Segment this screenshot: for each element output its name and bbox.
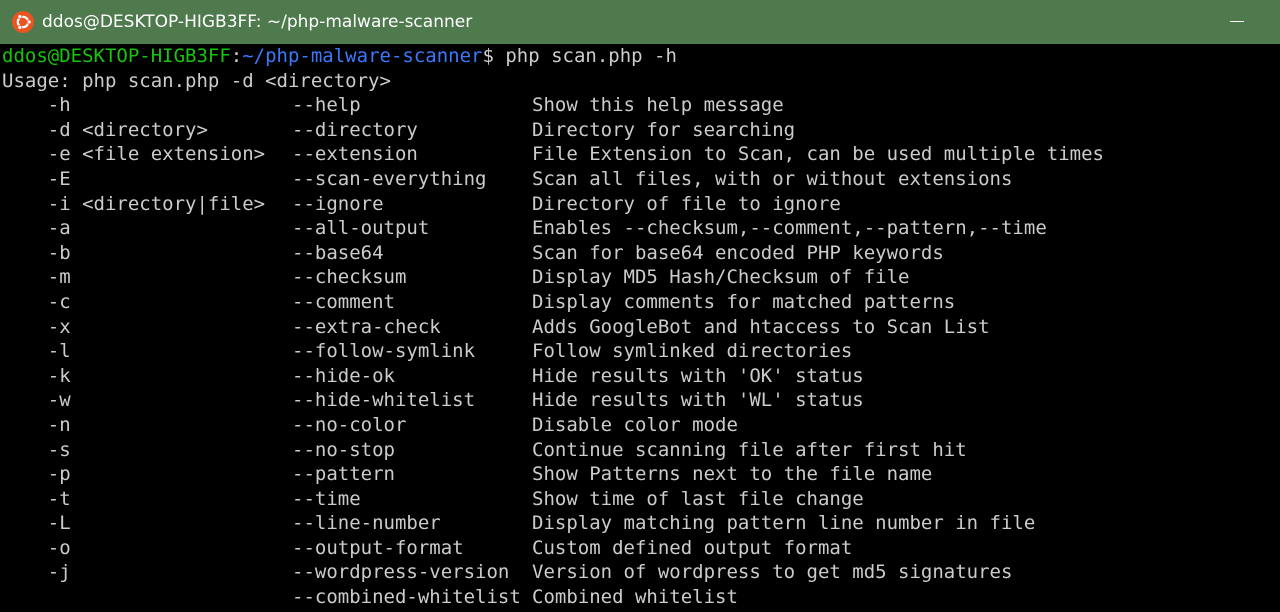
option-long-flag: --follow-symlink bbox=[292, 340, 476, 363]
option-long-flag: --directory bbox=[292, 118, 418, 141]
option-description: Show this help message bbox=[532, 94, 784, 117]
prompt-path: ~/php-malware-scanner bbox=[242, 45, 483, 67]
option-description: File Extension to Scan, can be used mult… bbox=[532, 143, 1104, 166]
option-description: Follow symlinked directories bbox=[532, 340, 853, 363]
prompt-user-host: ddos@DESKTOP-HIGB3FF bbox=[2, 45, 231, 67]
option-description: Display matching pattern line number in … bbox=[532, 512, 1036, 535]
option-long-flag: --all-output bbox=[292, 217, 430, 240]
prompt-line: ddos@DESKTOP-HIGB3FF:~/php-malware-scann… bbox=[2, 44, 1270, 69]
option-short-flag: -n bbox=[2, 413, 71, 436]
option-description: Show time of last file change bbox=[532, 487, 864, 510]
option-short-flag: -w bbox=[2, 389, 71, 412]
option-long-flag: --wordpress-version bbox=[292, 561, 510, 584]
option-short-flag: -j bbox=[2, 561, 71, 584]
minimize-button[interactable] bbox=[1214, 0, 1260, 44]
option-row: -L --line-number Display matching pattern … bbox=[2, 511, 1270, 536]
option-short-flag: -h bbox=[2, 94, 71, 117]
option-short-flag: -s bbox=[2, 438, 71, 461]
option-row: -c --comment Display comments for matched … bbox=[2, 290, 1270, 315]
option-description: Enables --checksum,--comment,--pattern,-… bbox=[532, 217, 1047, 240]
option-long-flag: --combined-whitelist bbox=[292, 586, 521, 609]
option-long-flag: --base64 bbox=[292, 241, 384, 264]
option-description: Display comments for matched patterns bbox=[532, 290, 956, 313]
option-long-flag: --no-color bbox=[292, 413, 407, 436]
option-row: -o --output-format Custom defined output f… bbox=[2, 536, 1270, 561]
option-row: -m --checksum Display MD5 Hash/Checksum of… bbox=[2, 265, 1270, 290]
option-row: -b --base64 Scan for base64 encoded PHP ke… bbox=[2, 241, 1270, 266]
option-description: Scan all files, with or without extensio… bbox=[532, 167, 1013, 190]
option-description: Combined whitelist bbox=[532, 586, 738, 609]
option-short-flag: -p bbox=[2, 463, 71, 486]
option-row: -n --no-color Disable color mode bbox=[2, 413, 1270, 438]
option-description: Directory for searching bbox=[532, 118, 796, 141]
option-short-flag: -i <directory|file> bbox=[2, 192, 266, 215]
option-row: -j --wordpress-version Version of wordpres… bbox=[2, 560, 1270, 585]
ubuntu-icon[interactable] bbox=[12, 11, 34, 33]
minimize-icon bbox=[1230, 21, 1244, 22]
options-list: -h --help Show this help message -d <direc… bbox=[2, 93, 1270, 609]
option-long-flag: --comment bbox=[292, 290, 395, 313]
option-description: Adds GoogleBot and htaccess to Scan List bbox=[532, 315, 990, 338]
option-short-flag: -e <file extension> bbox=[2, 143, 266, 166]
option-long-flag: --extra-check bbox=[292, 315, 441, 338]
option-short-flag: -l bbox=[2, 340, 71, 363]
option-row: -w --hide-whitelist Hide results with 'WL'… bbox=[2, 388, 1270, 413]
option-long-flag: --line-number bbox=[292, 512, 441, 535]
option-long-flag: --no-stop bbox=[292, 438, 395, 461]
option-short-flag: -c bbox=[2, 290, 71, 313]
option-long-flag: --pattern bbox=[292, 463, 395, 486]
option-row: -k --hide-ok Hide results with 'OK' status bbox=[2, 364, 1270, 389]
option-long-flag: --hide-whitelist bbox=[292, 389, 476, 412]
option-row: -E --scan-everything Scan all files, with … bbox=[2, 167, 1270, 192]
option-short-flag: -x bbox=[2, 315, 71, 338]
option-long-flag: --extension bbox=[292, 143, 418, 166]
option-long-flag: --checksum bbox=[292, 266, 407, 289]
scrollbar[interactable] bbox=[1270, 44, 1280, 612]
option-description: Hide results with 'OK' status bbox=[532, 364, 864, 387]
option-description: Continue scanning file after first hit bbox=[532, 438, 967, 461]
option-short-flag: -b bbox=[2, 241, 71, 264]
prompt-separator: : bbox=[230, 45, 243, 67]
option-long-flag: --output-format bbox=[292, 536, 464, 559]
option-long-flag: --hide-ok bbox=[292, 364, 395, 387]
prompt-symbol: $ bbox=[482, 45, 494, 67]
option-description: Scan for base64 encoded PHP keywords bbox=[532, 241, 944, 264]
option-description: Hide results with 'WL' status bbox=[532, 389, 864, 412]
option-row: -x --extra-check Adds GoogleBot and htacce… bbox=[2, 315, 1270, 340]
option-description: Disable color mode bbox=[532, 413, 738, 436]
option-short-flag: -t bbox=[2, 487, 71, 510]
option-description: Display MD5 Hash/Checksum of file bbox=[532, 266, 910, 289]
option-short-flag: -a bbox=[2, 217, 71, 240]
option-row: -d <directory> --directory Directory for s… bbox=[2, 118, 1270, 143]
option-row: -a --all-output Enables --checksum,--comme… bbox=[2, 216, 1270, 241]
option-row: -i <directory|file> --ignore Directory of … bbox=[2, 192, 1270, 217]
option-row: -p --pattern Show Patterns next to the fil… bbox=[2, 462, 1270, 487]
option-row: --combined-whitelist Combined whitelist bbox=[2, 585, 1270, 610]
option-short-flag: -m bbox=[2, 266, 71, 289]
prompt-command: php scan.php -h bbox=[493, 45, 677, 67]
option-description: Custom defined output format bbox=[532, 536, 853, 559]
option-row: -s --no-stop Continue scanning file after … bbox=[2, 438, 1270, 463]
option-short-flag: -d <directory> bbox=[2, 118, 208, 141]
option-description: Version of wordpress to get md5 signatur… bbox=[532, 561, 1013, 584]
window-title: ddos@DESKTOP-HIGB3FF: ~/php-malware-scan… bbox=[42, 12, 473, 32]
title-bar[interactable]: ddos@DESKTOP-HIGB3FF: ~/php-malware-scan… bbox=[0, 0, 1280, 44]
option-short-flag: -o bbox=[2, 536, 71, 559]
option-description: Directory of file to ignore bbox=[532, 192, 841, 215]
option-long-flag: --help bbox=[292, 94, 361, 117]
option-short-flag: -L bbox=[2, 512, 71, 535]
option-long-flag: --scan-everything bbox=[292, 167, 487, 190]
option-short-flag: -k bbox=[2, 364, 71, 387]
option-description: Show Patterns next to the file name bbox=[532, 463, 933, 486]
option-long-flag: --ignore bbox=[292, 192, 384, 215]
usage-line: Usage: php scan.php -d <directory> bbox=[2, 69, 391, 92]
option-row: -h --help Show this help message bbox=[2, 93, 1270, 118]
terminal-window: ddos@DESKTOP-HIGB3FF: ~/php-malware-scan… bbox=[0, 0, 1280, 612]
terminal-output[interactable]: ddos@DESKTOP-HIGB3FF:~/php-malware-scann… bbox=[0, 44, 1270, 612]
option-short-flag: -E bbox=[2, 167, 71, 190]
option-row: -l --follow-symlink Follow symlinked direc… bbox=[2, 339, 1270, 364]
option-long-flag: --time bbox=[292, 487, 361, 510]
option-row: -e <file extension> --extension File Exten… bbox=[2, 142, 1270, 167]
option-row: -t --time Show time of last file change bbox=[2, 487, 1270, 512]
